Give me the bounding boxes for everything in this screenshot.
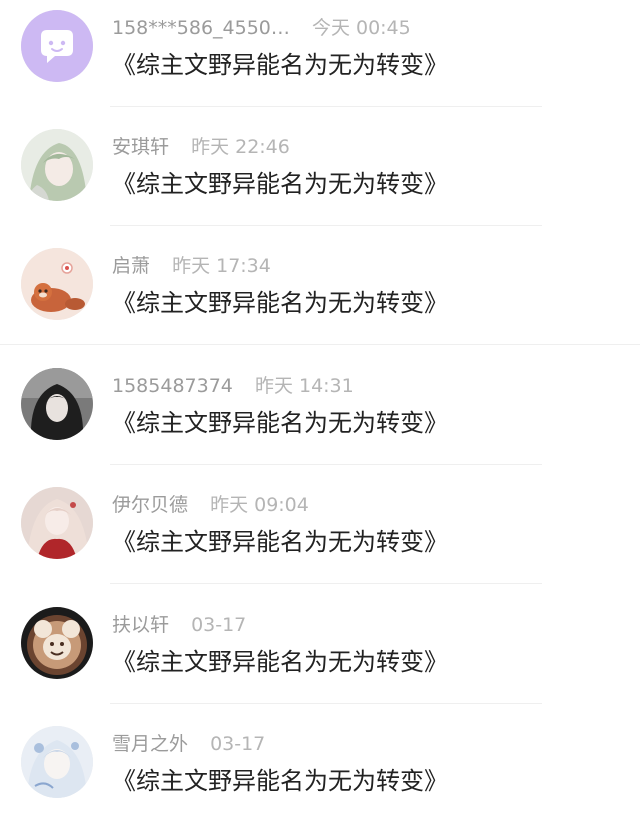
blue-white-anime-avatar xyxy=(21,726,93,798)
comment-item[interactable]: 伊尔贝德 昨天 09:04 《综主文野异能名为无为转变》 xyxy=(0,477,640,597)
divider xyxy=(110,106,542,107)
avatar[interactable] xyxy=(21,487,93,559)
comment-text: 《综主文野异能名为无为转变》 xyxy=(112,409,448,437)
timestamp: 昨天 09:04 xyxy=(210,494,309,516)
comment-meta: 扶以轩 03-17 xyxy=(112,611,246,639)
comment-item[interactable]: 雪月之外 03-17 《综主文野异能名为无为转变》 xyxy=(0,716,640,836)
comment-meta: 启萧 昨天 17:34 xyxy=(112,252,271,280)
red-panda-illustration-avatar xyxy=(21,248,93,320)
comment-meta: 伊尔贝德 昨天 09:04 xyxy=(112,491,309,519)
comment-text: 《综主文野异能名为无为转变》 xyxy=(112,528,448,556)
anime-red-dress-avatar xyxy=(21,487,93,559)
username[interactable]: 雪月之外 xyxy=(112,733,188,755)
anime-green-hair-avatar xyxy=(21,129,93,201)
avatar[interactable] xyxy=(21,10,93,82)
username[interactable]: 启萧 xyxy=(112,255,150,277)
timestamp: 03-17 xyxy=(191,614,247,636)
timestamp: 03-17 xyxy=(210,733,266,755)
divider xyxy=(110,464,542,465)
comment-meta: 雪月之外 03-17 xyxy=(112,730,265,758)
timestamp: 昨天 14:31 xyxy=(254,375,354,397)
divider xyxy=(110,583,542,584)
comment-text: 《综主文野异能名为无为转变》 xyxy=(112,767,448,795)
chat-bubble-face-icon xyxy=(21,10,93,82)
avatar[interactable] xyxy=(21,607,93,679)
comment-meta: 安琪轩 昨天 22:46 xyxy=(112,133,290,161)
mickey-latte-art-avatar xyxy=(21,607,93,679)
username[interactable]: 安琪轩 xyxy=(112,136,169,158)
comment-list: 158***586_4550… 今天 00:45 《综主文野异能名为无为转变》 … xyxy=(0,0,640,833)
comment-item[interactable]: 启萧 昨天 17:34 《综主文野异能名为无为转变》 xyxy=(0,238,640,358)
username[interactable]: 158***586_4550… xyxy=(112,17,290,39)
divider xyxy=(110,703,542,704)
divider xyxy=(0,344,640,345)
username[interactable]: 1585487374 xyxy=(112,375,233,397)
comment-text: 《综主文野异能名为无为转变》 xyxy=(112,648,448,676)
timestamp: 今天 00:45 xyxy=(311,17,411,39)
comment-text: 《综主文野异能名为无为转变》 xyxy=(112,51,448,79)
divider xyxy=(110,225,542,226)
comment-meta: 158***586_4550… 今天 00:45 xyxy=(112,14,411,42)
username[interactable]: 扶以轩 xyxy=(112,614,169,636)
comment-text: 《综主文野异能名为无为转变》 xyxy=(112,289,448,317)
comment-item[interactable]: 1585487374 昨天 14:31 《综主文野异能名为无为转变》 xyxy=(0,358,640,478)
comment-meta: 1585487374 昨天 14:31 xyxy=(112,372,354,400)
avatar[interactable] xyxy=(21,248,93,320)
dark-hair-portrait-avatar xyxy=(21,368,93,440)
avatar[interactable] xyxy=(21,129,93,201)
avatar[interactable] xyxy=(21,726,93,798)
comment-item[interactable]: 扶以轩 03-17 《综主文野异能名为无为转变》 xyxy=(0,597,640,717)
timestamp: 昨天 17:34 xyxy=(172,255,271,277)
timestamp: 昨天 22:46 xyxy=(191,136,290,158)
comment-item[interactable]: 安琪轩 昨天 22:46 《综主文野异能名为无为转变》 xyxy=(0,119,640,239)
comment-item[interactable]: 158***586_4550… 今天 00:45 《综主文野异能名为无为转变》 xyxy=(0,0,640,120)
username[interactable]: 伊尔贝德 xyxy=(112,494,188,516)
comment-text: 《综主文野异能名为无为转变》 xyxy=(112,170,448,198)
avatar[interactable] xyxy=(21,368,93,440)
